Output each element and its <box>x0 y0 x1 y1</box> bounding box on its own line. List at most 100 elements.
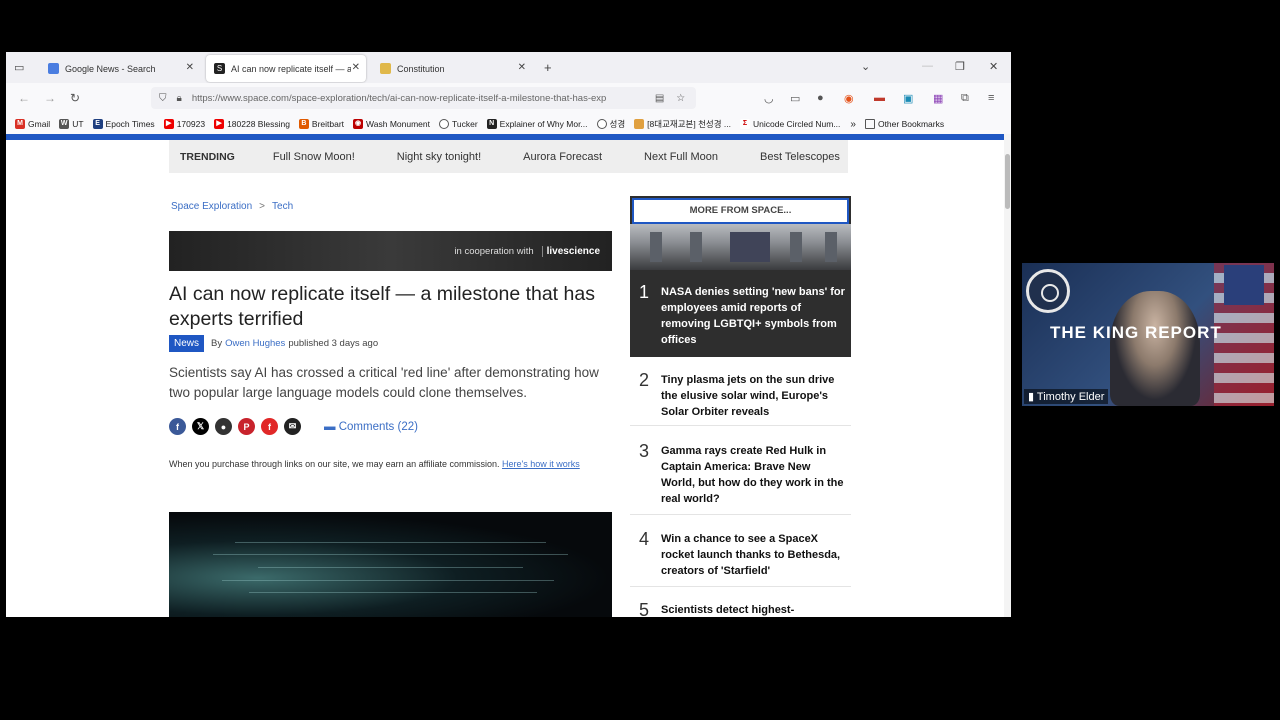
bookmark-other[interactable]: Other Bookmarks <box>864 119 945 129</box>
trending-title: TRENDING <box>180 150 235 163</box>
image-streak <box>213 554 568 555</box>
comments-link[interactable]: ▬ Comments (22) <box>324 421 418 433</box>
extension-orange-icon[interactable]: ◉ <box>844 92 854 105</box>
news-badge[interactable]: News <box>169 335 205 352</box>
email-icon[interactable]: ✉ <box>284 418 301 435</box>
address-bar[interactable]: ⛉ 🔒︎ https://www.space.com/space-explora… <box>151 87 696 109</box>
video-call-tile[interactable]: THE KING REPORT ▮ Timothy Elder <box>1022 263 1274 406</box>
tab-title: Constitution <box>397 63 445 74</box>
constitution-favicon-icon <box>380 63 391 74</box>
comments-count: Comments (22) <box>338 420 418 433</box>
bookmark-gmail[interactable]: M Gmail <box>15 119 50 129</box>
sidebar-item-number: 5 <box>639 600 650 617</box>
tab-list-icon[interactable]: ▭ <box>14 61 24 74</box>
shield-icon[interactable]: ⛉ <box>159 93 167 104</box>
bookmark-170923[interactable]: ▶ 170923 <box>163 119 205 129</box>
cooperation-banner[interactable]: in cooperation with livescience <box>169 231 612 271</box>
url-text[interactable]: https://www.space.com/space-exploration/… <box>192 93 647 104</box>
flipboard-icon[interactable]: f <box>261 418 278 435</box>
sidebar-item-title[interactable]: Gamma rays create Red Hulk in Captain Am… <box>661 443 846 507</box>
textbook-icon <box>634 119 645 129</box>
bookmark-epoch-times[interactable]: E Epoch Times <box>92 119 155 129</box>
affiliate-how-it-works-link[interactable]: Here's how it works <box>502 459 580 469</box>
breitbart-icon: B <box>298 119 309 129</box>
bookmark-label: Wash Monument <box>366 119 430 129</box>
bookmark-wash-monument[interactable]: ◉ Wash Monument <box>353 119 430 129</box>
sidebar-item-title[interactable]: Tiny plasma jets on the sun drive the el… <box>661 372 846 420</box>
sidebar-item-number: 2 <box>639 370 650 390</box>
bookmark-ut[interactable]: W UT <box>59 119 84 129</box>
bookmark-star-icon[interactable]: ☆ <box>676 93 685 104</box>
reader-view-icon[interactable]: ▤ <box>655 93 664 104</box>
globe-icon <box>438 119 449 129</box>
author-link[interactable]: Owen Hughes <box>225 338 285 349</box>
extensions-puzzle-icon[interactable]: ⧉ <box>961 92 969 105</box>
bookmark-label: Breitbart <box>311 119 345 129</box>
tab-space-article[interactable]: S AI can now replicate itself — a m ✕ <box>206 55 366 82</box>
trending-link[interactable]: Night sky tonight! <box>397 151 481 163</box>
wash-monument-icon: ◉ <box>353 119 364 129</box>
screenshot-icon[interactable]: ▭ <box>790 92 800 105</box>
sidebar-item-title[interactable]: Scientists detect highest- <box>661 602 846 617</box>
breadcrumb-sub-link[interactable]: Tech <box>272 201 293 212</box>
sidebar-item-title[interactable]: NASA denies setting 'new bans' for emplo… <box>661 284 846 348</box>
byline: News By Owen Hughes published 3 days ago <box>169 335 378 352</box>
pocket-icon[interactable]: ◡ <box>764 92 774 105</box>
bookmark-180228[interactable]: ▶ 180228 Blessing <box>214 119 290 129</box>
reload-icon[interactable]: ↻ <box>70 91 80 105</box>
scrollbar-thumb[interactable] <box>1005 154 1010 209</box>
cooperation-text: in cooperation with <box>454 245 534 257</box>
extension-purple-icon[interactable]: ▦ <box>933 92 943 105</box>
facebook-icon[interactable]: f <box>169 418 186 435</box>
youtube-icon: ▶ <box>214 119 225 129</box>
tab-google-news[interactable]: Google News - Search ✕ <box>40 55 200 82</box>
trending-link[interactable]: Aurora Forecast <box>523 151 602 163</box>
show-title: THE KING REPORT <box>1050 323 1222 342</box>
trending-link[interactable]: Full Snow Moon! <box>273 151 355 163</box>
extension-teal-icon[interactable]: ▣ <box>903 92 913 105</box>
trending-link[interactable]: Next Full Moon <box>644 151 718 163</box>
close-window-icon[interactable]: ✕ <box>989 60 998 73</box>
minimize-icon[interactable]: — <box>922 60 933 72</box>
x-twitter-icon[interactable]: 𝕏 <box>192 418 209 435</box>
epoch-times-icon: E <box>92 119 103 129</box>
livescience-logo: livescience <box>541 245 600 257</box>
menu-hamburger-icon[interactable]: ≡ <box>988 92 994 104</box>
trending-link[interactable]: Best Telescopes <box>760 151 840 163</box>
new-tab-icon[interactable]: + <box>544 60 552 75</box>
sidebar-divider <box>630 586 851 587</box>
tab-constitution[interactable]: Constitution ✕ <box>372 55 532 82</box>
extension-red-icon[interactable]: ▬ <box>874 92 885 104</box>
close-tab-icon[interactable]: ✕ <box>518 62 526 73</box>
close-tab-icon[interactable]: ✕ <box>186 62 194 73</box>
bookmark-explainer[interactable]: N Explainer of Why Mor... <box>486 119 588 129</box>
bookmark-breitbart[interactable]: B Breitbart <box>298 119 345 129</box>
bookmarks-bar: M Gmail W UT E Epoch Times ▶ 170923 ▶ 180228 … <box>6 114 1011 134</box>
more-from-space-image[interactable] <box>630 224 851 270</box>
bookmark-textbook[interactable]: [8대교재교본] 천성경 ... <box>634 118 731 130</box>
tab-overflow-chevron-icon[interactable]: ⌄ <box>861 60 870 73</box>
sidebar-item-title[interactable]: Win a chance to see a SpaceX rocket laun… <box>661 531 846 579</box>
lock-icon[interactable]: 🔒︎ <box>177 93 182 104</box>
sidebar-item-number: 4 <box>639 529 650 549</box>
page-scrollbar[interactable] <box>1004 134 1011 617</box>
breadcrumb-section-link[interactable]: Space Exploration <box>171 201 252 212</box>
article-headline: AI can now replicate itself — a mileston… <box>169 283 595 330</box>
nra-icon: N <box>486 119 497 129</box>
extension-dark-icon[interactable]: ● <box>817 92 824 104</box>
tab-bar: ▭ Google News - Search ✕ S AI can now re… <box>6 52 1011 83</box>
close-tab-icon[interactable]: ✕ <box>352 62 360 73</box>
bookmark-unicode[interactable]: Σ Unicode Circled Num... <box>740 119 840 129</box>
bookmarks-overflow-icon[interactable]: » <box>850 119 856 130</box>
restore-icon[interactable]: ❐ <box>955 60 965 73</box>
building-window <box>650 232 662 262</box>
participant-video <box>1110 291 1200 406</box>
back-icon[interactable]: ← <box>18 91 30 105</box>
bookmark-tucker[interactable]: Tucker <box>438 119 478 129</box>
bookmark-bible[interactable]: 성경 <box>596 118 625 130</box>
sidebar-item-number: 1 <box>639 282 650 302</box>
bookmark-label: Other Bookmarks <box>877 119 945 129</box>
reddit-icon[interactable]: ● <box>215 418 232 435</box>
forward-icon[interactable]: → <box>44 91 56 105</box>
pinterest-icon[interactable]: P <box>238 418 255 435</box>
